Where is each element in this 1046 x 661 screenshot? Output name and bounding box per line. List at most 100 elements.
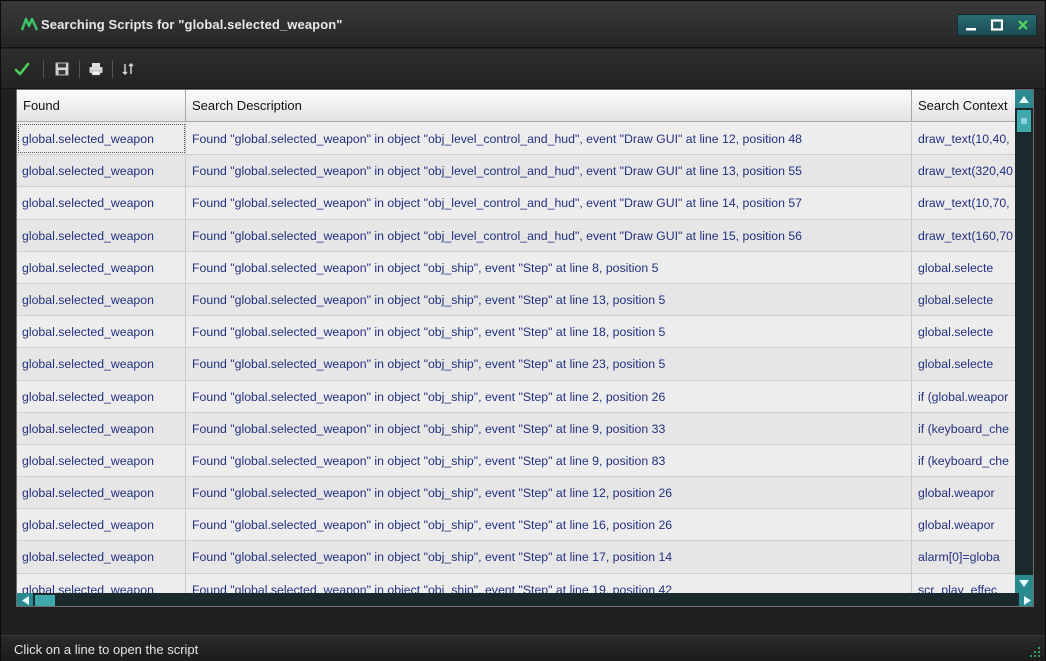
maximize-button[interactable] (984, 15, 1010, 35)
table-row[interactable]: global.selected_weapon Found "global.sele… (17, 348, 1017, 381)
horizontal-scrollbar[interactable] (17, 593, 1033, 606)
context-cell: global.selecte (912, 348, 1017, 380)
arrow-right-icon (1023, 596, 1031, 605)
table-row[interactable]: global.selected_weapon Found "global.sele… (17, 283, 1017, 317)
context-cell: if (global.weapor (912, 380, 1017, 412)
context-cell: global.weapor (912, 509, 1017, 541)
found-cell: global.selected_weapon (17, 444, 186, 477)
found-cell: global.selected_weapon (17, 219, 186, 251)
search-results-window: Searching Scripts for "global.selected_w… (0, 0, 1046, 661)
scroll-down-button[interactable] (1015, 575, 1033, 593)
description-cell: Found "global.selected_weapon" in object… (186, 444, 912, 477)
maximize-icon (991, 19, 1003, 31)
context-cell: alarm[0]=globa (912, 541, 1017, 573)
found-cell: global.selected_weapon (17, 316, 186, 348)
scroll-right-button[interactable] (1019, 593, 1033, 606)
results-grid: Found Search Description Search Context … (16, 89, 1034, 607)
description-cell: Found "global.selected_weapon" in object… (186, 155, 912, 187)
arrow-down-icon (1019, 580, 1029, 587)
save-button[interactable] (51, 58, 73, 80)
toolbar (1, 49, 1045, 89)
found-cell: global.selected_weapon (17, 541, 186, 573)
table-row[interactable]: global.selected_weapon Found "global.sele… (17, 509, 1017, 542)
minimize-icon (966, 28, 976, 31)
column-header-search-context[interactable]: Search Context (912, 90, 1017, 122)
grid-rows: global.selected_weapon Found "global.sele… (17, 123, 1017, 593)
resize-grip-icon[interactable] (1029, 645, 1041, 657)
table-row[interactable]: global.selected_weapon Found "global.sele… (17, 541, 1017, 574)
toolbar-separator (43, 60, 44, 78)
description-cell: Found "global.selected_weapon" in object… (186, 348, 912, 380)
status-bar: Click on a line to open the script (1, 635, 1045, 661)
table-row[interactable]: global.selected_weapon Found "global.sele… (17, 316, 1017, 349)
context-cell: global.selecte (912, 251, 1017, 283)
description-cell: Found "global.selected_weapon" in object… (186, 541, 912, 573)
description-cell: Found "global.selected_weapon" in object… (186, 477, 912, 509)
found-cell: global.selected_weapon (17, 187, 186, 219)
horizontal-scroll-thumb[interactable] (35, 595, 55, 606)
found-cell: global.selected_weapon (17, 251, 186, 283)
context-cell: scr_play_effec (912, 573, 1017, 593)
toolbar-separator (112, 60, 113, 78)
found-cell: global.selected_weapon (17, 348, 186, 380)
toolbar-separator (79, 60, 80, 78)
scroll-thumb[interactable] (1017, 110, 1031, 132)
found-cell: global.selected_weapon (17, 412, 186, 444)
print-icon (89, 63, 103, 76)
vertical-scrollbar[interactable] (1015, 90, 1033, 593)
grid-header: Found Search Description Search Context (17, 90, 1033, 122)
context-cell: draw_text(10,70, (912, 187, 1017, 219)
table-row[interactable]: global.selected_weapon Found "global.sele… (17, 573, 1017, 593)
column-header-search-description[interactable]: Search Description (186, 90, 912, 122)
description-cell: Found "global.selected_weapon" in object… (186, 283, 912, 316)
found-cell: global.selected_weapon (17, 123, 186, 155)
context-cell: if (keyboard_che (912, 444, 1017, 477)
table-row[interactable]: global.selected_weapon Found "global.sele… (17, 155, 1017, 188)
table-row[interactable]: global.selected_weapon Found "global.sele… (17, 219, 1017, 252)
sort-button[interactable] (117, 58, 139, 80)
description-cell: Found "global.selected_weapon" in object… (186, 219, 912, 251)
table-row[interactable]: global.selected_weapon Found "global.sele… (17, 380, 1017, 413)
found-cell: global.selected_weapon (17, 477, 186, 509)
window-controls (957, 14, 1037, 36)
table-row[interactable]: global.selected_weapon Found "global.sele… (17, 412, 1017, 445)
description-cell: Found "global.selected_weapon" in object… (186, 316, 912, 348)
table-row[interactable]: global.selected_weapon Found "global.sele… (17, 444, 1017, 478)
sort-icon (122, 63, 134, 75)
context-cell: draw_text(10,40, (912, 123, 1017, 155)
table-row[interactable]: global.selected_weapon Found "global.sele… (17, 123, 1017, 156)
ok-button[interactable] (11, 58, 33, 80)
table-row[interactable]: global.selected_weapon Found "global.sele… (17, 187, 1017, 220)
context-cell: global.weapor (912, 477, 1017, 509)
description-cell: Found "global.selected_weapon" in object… (186, 187, 912, 219)
close-button[interactable] (1010, 15, 1036, 35)
save-icon (55, 62, 69, 76)
table-row[interactable]: global.selected_weapon Found "global.sele… (17, 251, 1017, 284)
description-cell: Found "global.selected_weapon" in object… (186, 380, 912, 412)
column-header-found[interactable]: Found (17, 90, 186, 122)
arrow-left-icon (21, 596, 29, 605)
found-cell: global.selected_weapon (17, 573, 186, 593)
title-bar[interactable]: Searching Scripts for "global.selected_w… (1, 1, 1045, 48)
description-cell: Found "global.selected_weapon" in object… (186, 509, 912, 541)
minimize-button[interactable] (958, 15, 984, 35)
window-title: Searching Scripts for "global.selected_w… (41, 17, 343, 32)
found-cell: global.selected_weapon (17, 155, 186, 187)
grip-lines-icon (1021, 118, 1027, 124)
found-cell: global.selected_weapon (17, 283, 186, 316)
arrow-up-icon (1019, 96, 1029, 103)
ok-check-icon (14, 62, 30, 76)
scroll-up-button[interactable] (1015, 90, 1033, 108)
gamemaker-logo-icon (20, 17, 39, 32)
context-cell: draw_text(160,70 (912, 219, 1017, 251)
description-cell: Found "global.selected_weapon" in object… (186, 573, 912, 593)
scroll-left-button[interactable] (17, 593, 33, 606)
status-text: Click on a line to open the script (14, 642, 199, 657)
table-row[interactable]: global.selected_weapon Found "global.sele… (17, 477, 1017, 510)
print-button[interactable] (85, 58, 107, 80)
description-cell: Found "global.selected_weapon" in object… (186, 412, 912, 444)
found-cell: global.selected_weapon (17, 509, 186, 541)
found-cell: global.selected_weapon (17, 380, 186, 412)
context-cell: global.selecte (912, 316, 1017, 348)
close-icon (1018, 20, 1028, 30)
